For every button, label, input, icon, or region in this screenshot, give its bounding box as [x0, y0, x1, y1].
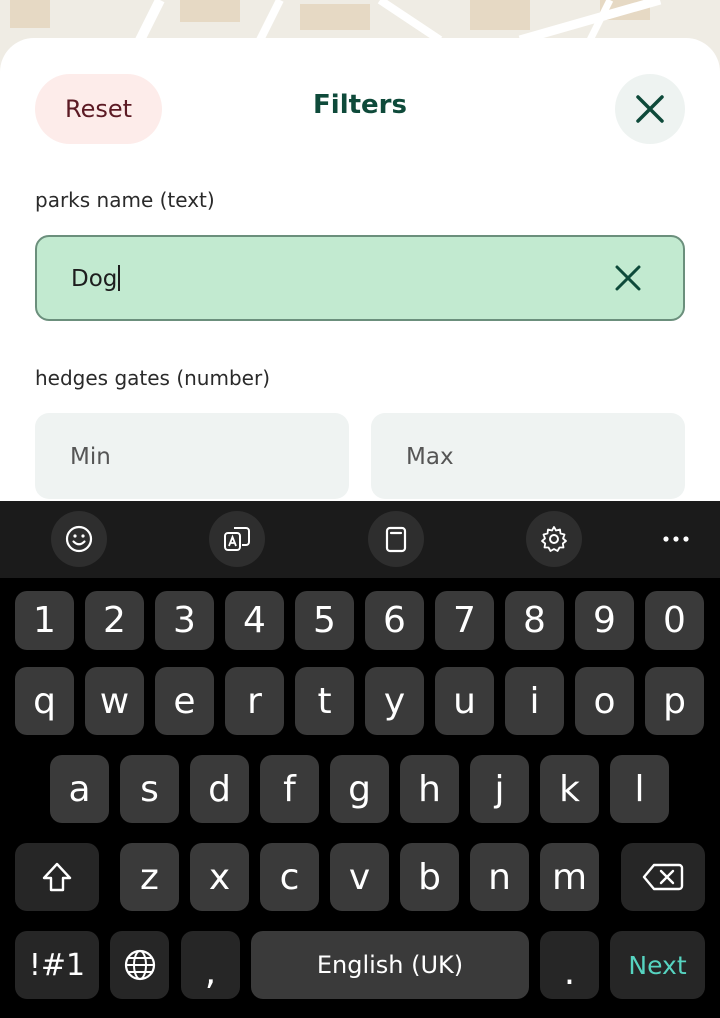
- onscreen-keyboard: 1 2 3 4 5 6 7 8 9 0 q w e r t y u i o p …: [0, 501, 720, 1018]
- globe-icon: [124, 949, 155, 981]
- backspace-key[interactable]: [621, 843, 705, 911]
- close-button[interactable]: [615, 74, 685, 144]
- comma-key[interactable]: ,: [181, 931, 240, 999]
- key[interactable]: f: [260, 755, 319, 823]
- filters-sheet: Reset Filters parks name (text) Dog hedg…: [0, 38, 720, 501]
- key[interactable]: 3: [155, 591, 214, 650]
- key[interactable]: l: [610, 755, 669, 823]
- clipboard-button[interactable]: [368, 511, 424, 567]
- key[interactable]: 2: [85, 591, 144, 650]
- close-icon: [636, 95, 664, 123]
- backspace-icon: [642, 863, 684, 891]
- emoji-button[interactable]: [51, 511, 107, 567]
- more-options-button[interactable]: [648, 511, 704, 567]
- key[interactable]: b: [400, 843, 459, 911]
- parks-name-input[interactable]: Dog: [35, 235, 685, 321]
- settings-icon: [541, 526, 567, 552]
- key[interactable]: n: [470, 843, 529, 911]
- key[interactable]: j: [470, 755, 529, 823]
- key[interactable]: w: [85, 667, 144, 735]
- key[interactable]: e: [155, 667, 214, 735]
- hedges-gates-min-input[interactable]: Min: [35, 413, 349, 499]
- sheet-title: Filters: [313, 90, 407, 120]
- space-key[interactable]: English (UK): [251, 931, 529, 999]
- min-placeholder: Min: [70, 444, 111, 470]
- key[interactable]: z: [120, 843, 179, 911]
- key[interactable]: y: [365, 667, 424, 735]
- keyboard-settings-button[interactable]: [526, 511, 582, 567]
- next-key[interactable]: Next: [610, 931, 705, 999]
- key[interactable]: a: [50, 755, 109, 823]
- key[interactable]: o: [575, 667, 634, 735]
- key[interactable]: 0: [645, 591, 704, 650]
- key[interactable]: r: [225, 667, 284, 735]
- key[interactable]: 9: [575, 591, 634, 650]
- key[interactable]: m: [540, 843, 599, 911]
- key[interactable]: 1: [15, 591, 74, 650]
- key[interactable]: g: [330, 755, 389, 823]
- key[interactable]: 4: [225, 591, 284, 650]
- key[interactable]: 8: [505, 591, 564, 650]
- key[interactable]: 6: [365, 591, 424, 650]
- shift-icon: [42, 862, 72, 892]
- key[interactable]: i: [505, 667, 564, 735]
- max-placeholder: Max: [406, 444, 454, 470]
- translate-button[interactable]: [209, 511, 265, 567]
- parks-name-value: Dog: [71, 265, 120, 292]
- key[interactable]: t: [295, 667, 354, 735]
- hedges-gates-max-input[interactable]: Max: [371, 413, 685, 499]
- keyboard-toolbar: [0, 501, 720, 578]
- symbols-key[interactable]: !#1: [15, 931, 99, 999]
- key[interactable]: p: [645, 667, 704, 735]
- key[interactable]: u: [435, 667, 494, 735]
- key[interactable]: c: [260, 843, 319, 911]
- shift-key[interactable]: [15, 843, 99, 911]
- language-key[interactable]: [110, 931, 169, 999]
- hedges-gates-label: hedges gates (number): [35, 366, 270, 390]
- key[interactable]: s: [120, 755, 179, 823]
- key[interactable]: h: [400, 755, 459, 823]
- key[interactable]: x: [190, 843, 249, 911]
- key[interactable]: 5: [295, 591, 354, 650]
- more-icon: [663, 536, 689, 542]
- clear-icon[interactable]: [613, 263, 643, 293]
- translate-icon: [224, 527, 250, 551]
- clipboard-icon: [385, 526, 407, 553]
- parks-name-label: parks name (text): [35, 188, 215, 212]
- period-key[interactable]: .: [540, 931, 599, 999]
- emoji-icon: [65, 525, 93, 553]
- key[interactable]: k: [540, 755, 599, 823]
- key[interactable]: d: [190, 755, 249, 823]
- reset-button[interactable]: Reset: [35, 74, 162, 144]
- key[interactable]: q: [15, 667, 74, 735]
- key[interactable]: 7: [435, 591, 494, 650]
- key[interactable]: v: [330, 843, 389, 911]
